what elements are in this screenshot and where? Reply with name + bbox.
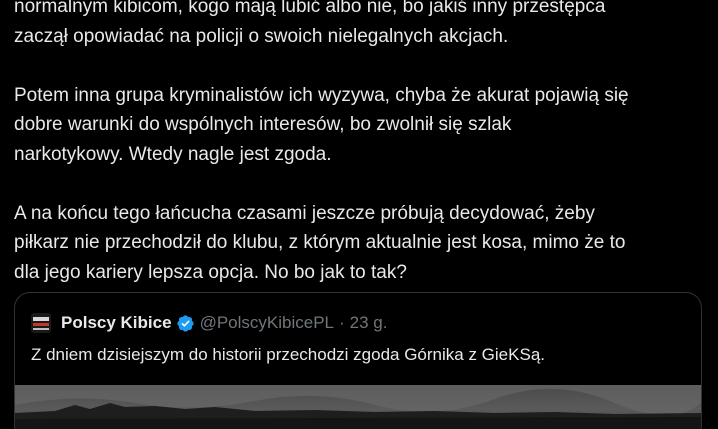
quoted-tweet-card[interactable]: Polscy Kibice @PolscyKibicePL · 23 g. Z …	[14, 292, 702, 429]
quoted-handle[interactable]: @PolscyKibicePL	[200, 313, 334, 333]
quoted-timestamp[interactable]: 23 g.	[350, 313, 388, 333]
tweet-paragraph: Potem inna grupa kryminalistów ich wyzyw…	[14, 81, 704, 170]
tweet-paragraph: normalnym kibicom, kogo mają lubić albo …	[14, 0, 704, 51]
quoted-tweet-header: Polscy Kibice @PolscyKibicePL · 23 g.	[31, 313, 387, 333]
tweet-line: piłkarz nie przechodził do klubu, z któr…	[14, 232, 626, 253]
tweet-line: dla jego kariery lepsza opcja. No bo jak…	[14, 261, 407, 283]
avatar[interactable]	[31, 313, 51, 333]
media-landscape	[15, 385, 701, 429]
tweet-line: Potem inna grupa kryminalistów ich wyzyw…	[14, 84, 629, 106]
tweet-body: normalnym kibicom, kogo mają lubić albo …	[14, 0, 704, 317]
tweet-paragraph: A na końcu tego łańcucha czasami jeszcze…	[14, 199, 704, 288]
tweet-line: A na końcu tego łańcucha czasami jeszcze…	[14, 202, 595, 224]
verified-badge-icon	[176, 314, 195, 333]
quoted-tweet-text: Z dniem dzisiejszym do historii przechod…	[31, 345, 545, 364]
tweet-line: dobre warunki do wspólnych interesów, bo…	[14, 114, 512, 135]
quoted-media-image[interactable]	[15, 385, 701, 429]
tweet-line: narkotykowy. Wtedy nagle jest zgoda.	[14, 143, 332, 165]
tweet-line: zaczął opowiadać na policji o swoich nie…	[14, 25, 509, 47]
separator-dot: ·	[339, 313, 345, 332]
tweet-line: normalnym kibicom, kogo mają lubić albo …	[14, 0, 606, 17]
quoted-display-name[interactable]: Polscy Kibice	[61, 313, 172, 333]
